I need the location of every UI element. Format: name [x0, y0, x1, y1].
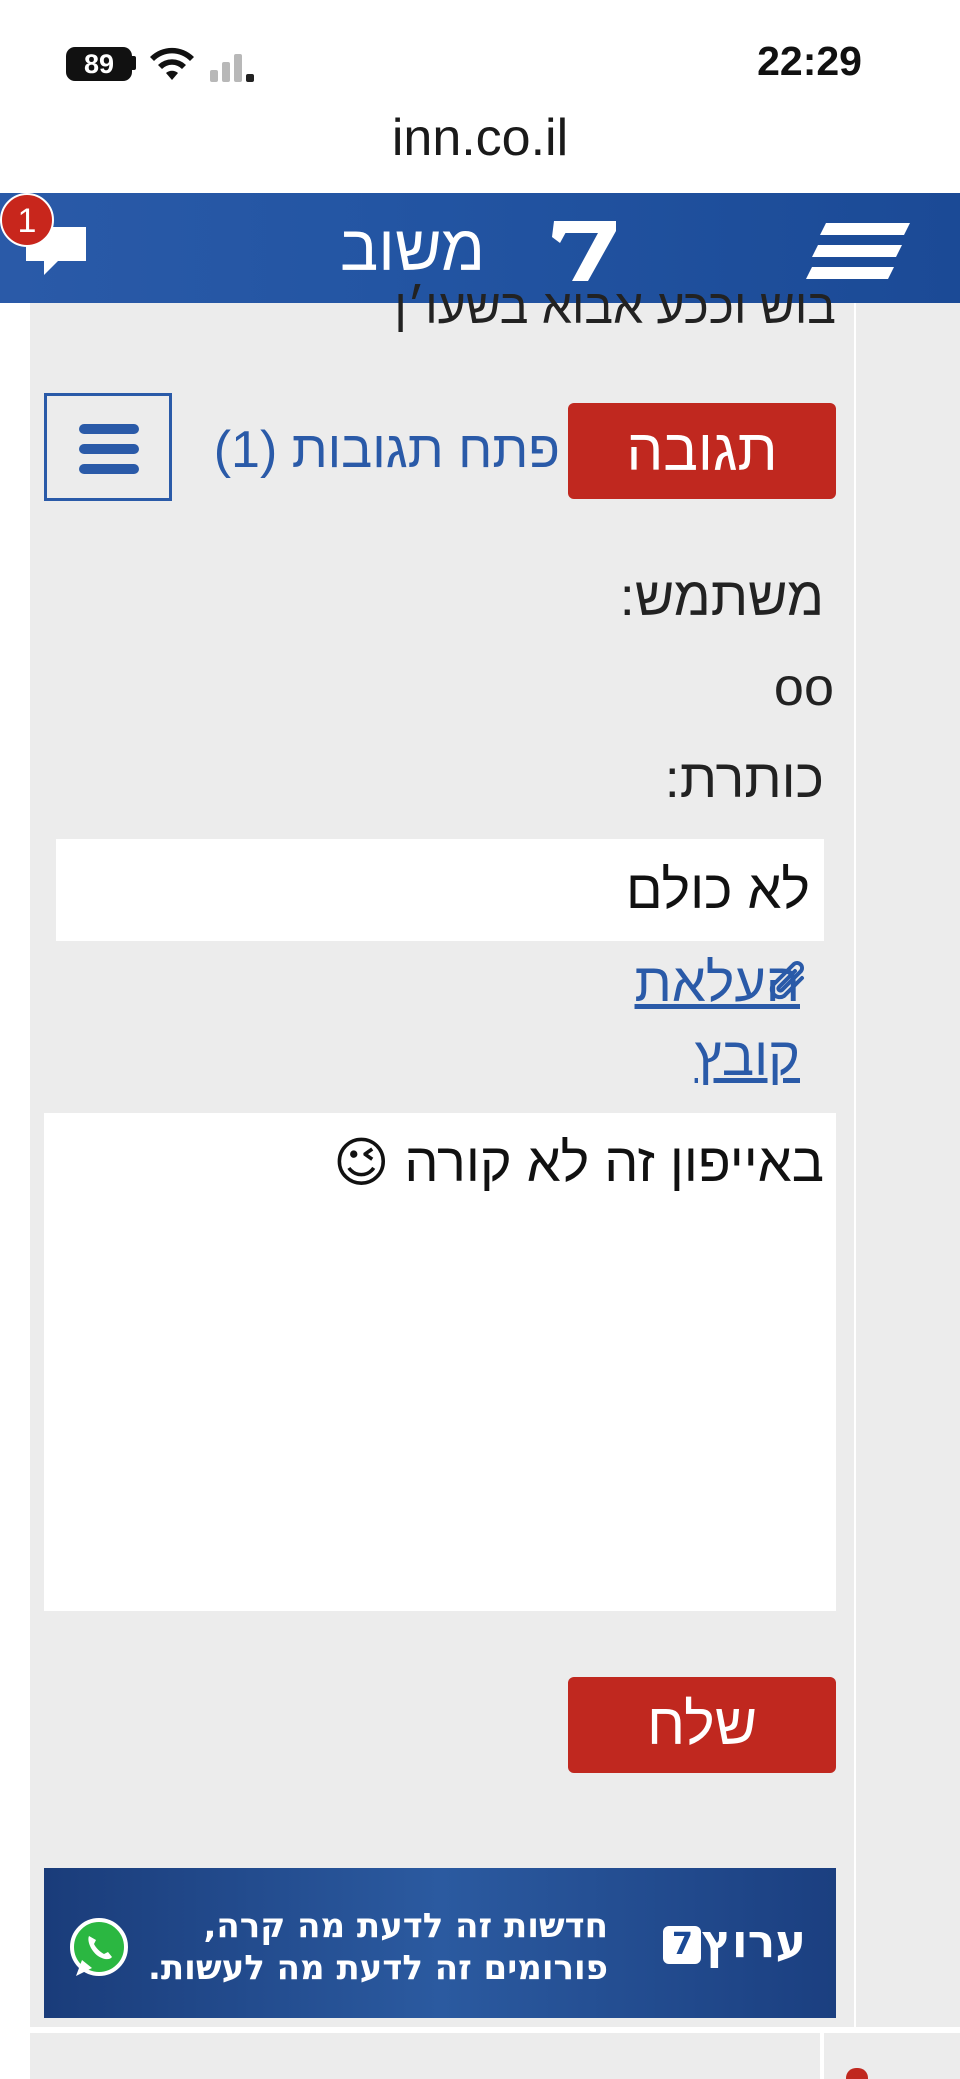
list-menu-line — [79, 464, 139, 474]
ad-line-1: חדשות זה לדעת מה קרה, — [203, 1906, 608, 1946]
ad-line-2: פורומים זה לדעת מה לעשות. — [148, 1948, 608, 1988]
battery-indicator: 89 — [66, 47, 132, 81]
message-textarea[interactable]: באייפון זה לא קורה 😉 — [44, 1113, 836, 1611]
next-section-accent — [846, 2068, 868, 2079]
next-section — [30, 2033, 824, 2079]
arrutz-sheva-logo-icon[interactable] — [552, 215, 622, 283]
send-button[interactable]: שלח — [568, 1677, 836, 1773]
ad-brand-mark: 7 — [663, 1925, 702, 1964]
ad-banner[interactable]: ערוץ7 חדשות זה לדעת מה קרה, פורומים זה ל… — [44, 1868, 836, 2018]
hamburger-menu-icon[interactable] — [806, 221, 910, 281]
status-time: 22:29 — [757, 38, 862, 84]
open-replies-link[interactable]: פתח תגובות (1) — [210, 420, 560, 480]
wifi-icon — [150, 47, 194, 80]
list-menu-line — [79, 424, 139, 434]
side-column — [856, 303, 960, 2027]
whatsapp-icon — [70, 1918, 128, 1976]
ad-brand-text: ערוץ — [701, 1914, 806, 1968]
user-value: oo — [773, 657, 834, 717]
list-menu-line — [79, 444, 139, 454]
previous-post-text: בוש וככע אבוא בשעו׳ן — [394, 281, 836, 334]
subject-label: כותרת: — [664, 749, 824, 809]
upload-file-link[interactable]: העלאת קובץ — [580, 946, 800, 1094]
next-section-side — [820, 2033, 960, 2079]
list-menu-button[interactable] — [44, 393, 172, 501]
battery-cap — [132, 56, 136, 70]
cellular-signal-icon — [210, 54, 254, 82]
notification-badge: 1 — [0, 193, 54, 247]
page-title: משוב — [340, 212, 485, 284]
status-bar: 89 22:29 — [0, 0, 960, 118]
address-bar-url[interactable]: inn.co.il — [0, 108, 960, 168]
ad-brand: ערוץ7 — [659, 1914, 806, 1968]
subject-input[interactable] — [56, 839, 824, 941]
reply-button[interactable]: תגובה — [568, 403, 836, 499]
user-label: משתמש: — [619, 567, 824, 627]
